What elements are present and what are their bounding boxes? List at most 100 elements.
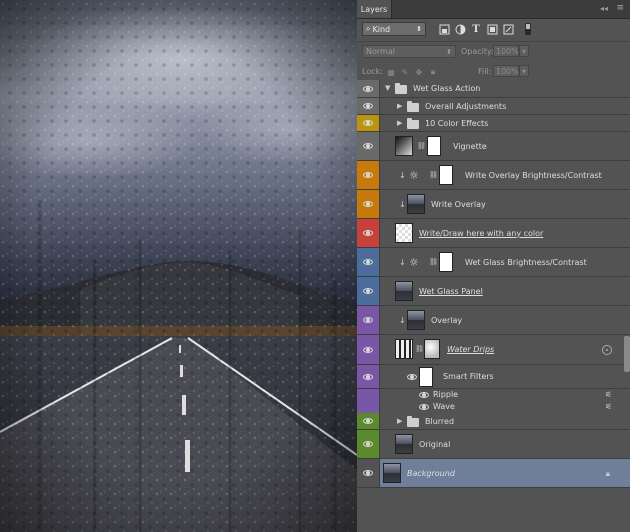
- lock-pixels-icon[interactable]: ✎: [400, 67, 410, 77]
- layer-name[interactable]: Overall Adjustments: [425, 102, 506, 111]
- layer-row-water-drips[interactable]: ⛓ Water Drips: [357, 335, 630, 365]
- layer-name[interactable]: Overlay: [431, 316, 462, 325]
- visibility-toggle[interactable]: [357, 115, 379, 131]
- eye-icon[interactable]: [363, 103, 373, 109]
- brightness-contrast-icon[interactable]: ☼: [409, 256, 419, 269]
- layer-mask-thumbnail[interactable]: [439, 252, 453, 272]
- smart-object-icon[interactable]: [602, 345, 612, 355]
- layer-name[interactable]: Wet Glass Action: [413, 84, 480, 93]
- type-filter-icon[interactable]: T: [470, 23, 482, 35]
- visibility-toggle[interactable]: [357, 248, 379, 276]
- lock-position-icon[interactable]: ✥: [414, 67, 424, 77]
- chain-link-icon[interactable]: ⛓: [415, 345, 424, 353]
- lock-icon[interactable]: 🔒︎: [606, 469, 610, 479]
- layer-name[interactable]: Wet Glass Brightness/Contrast: [465, 258, 587, 267]
- layer-row-write-draw-here-with-any-color[interactable]: Write/Draw here with any color: [357, 219, 630, 248]
- layer-mask-thumbnail[interactable]: [424, 339, 440, 359]
- visibility-toggle[interactable]: [357, 161, 379, 189]
- layer-name[interactable]: Vignette: [453, 142, 487, 151]
- layers-scrollbar[interactable]: [624, 336, 630, 372]
- blend-mode-select[interactable]: Normal ⬍: [362, 45, 456, 58]
- layer-row-wet-glass-action[interactable]: ▼ Wet Glass Action: [357, 80, 630, 98]
- chain-link-icon[interactable]: ⛓: [429, 171, 438, 179]
- layer-row-blurred[interactable]: ▶ Blurred: [357, 413, 630, 430]
- visibility-toggle[interactable]: [357, 306, 379, 334]
- visibility-toggle[interactable]: [357, 389, 379, 401]
- visibility-toggle[interactable]: [357, 190, 379, 218]
- layer-row-background[interactable]: 🔒︎ Background: [357, 459, 630, 488]
- layer-row-original[interactable]: Original: [357, 430, 630, 459]
- layer-name[interactable]: Write/Draw here with any color: [419, 229, 543, 238]
- layer-row-wave[interactable]: ⚟ Wave: [357, 401, 630, 413]
- layer-name[interactable]: Smart Filters: [443, 372, 494, 381]
- chevron-right-icon[interactable]: ▶: [397, 102, 402, 110]
- layer-mask-thumbnail[interactable]: [427, 136, 441, 156]
- layer-name[interactable]: Write Overlay Brightness/Contrast: [465, 171, 602, 180]
- layer-row-wet-glass-brightness-contrast[interactable]: ↓ ☼ ⛓ Wet Glass Brightness/Contrast: [357, 248, 630, 277]
- layer-name[interactable]: Wet Glass Panel: [419, 287, 483, 296]
- eye-icon[interactable]: [363, 85, 373, 92]
- layer-row-wet-glass-panel[interactable]: Wet Glass Panel: [357, 277, 630, 306]
- filter-toggle-icon[interactable]: [522, 23, 534, 35]
- layer-mask-thumbnail[interactable]: [439, 165, 453, 185]
- smart-object-filter-icon[interactable]: [502, 23, 514, 35]
- visibility-toggle[interactable]: [357, 335, 379, 364]
- collapse-panel-icon[interactable]: ◂◂: [600, 4, 608, 13]
- eye-icon[interactable]: [363, 470, 373, 476]
- tab-layers[interactable]: Layers: [357, 0, 392, 18]
- layer-row-ripple[interactable]: ⚟ Ripple: [357, 389, 630, 401]
- eye-icon[interactable]: [363, 441, 373, 447]
- visibility-toggle[interactable]: [357, 219, 379, 247]
- layer-name[interactable]: Write Overlay: [431, 200, 486, 209]
- eye-icon[interactable]: [363, 288, 373, 294]
- visibility-toggle[interactable]: [357, 98, 379, 114]
- layer-row-write-overlay-brightness-contrast[interactable]: ↓ ☼ ⛓ Write Overlay Brightness/Contrast: [357, 161, 630, 190]
- visibility-toggle[interactable]: [357, 365, 379, 388]
- layer-name[interactable]: Ripple: [433, 390, 458, 399]
- layer-name[interactable]: Wave: [433, 402, 455, 411]
- layer-name[interactable]: Background: [407, 469, 455, 478]
- lock-transparent-icon[interactable]: ▦: [386, 67, 396, 77]
- filter-eye-icon[interactable]: [419, 392, 429, 398]
- layer-row-overlay[interactable]: ↓ Overlay: [357, 306, 630, 335]
- chain-link-icon[interactable]: ⛓: [417, 142, 426, 150]
- eye-icon[interactable]: [363, 120, 373, 126]
- filter-kind-select[interactable]: ⌕ Kind ⬍: [362, 22, 426, 36]
- layer-name[interactable]: 10 Color Effects: [425, 119, 488, 128]
- visibility-toggle[interactable]: [357, 413, 379, 429]
- layer-row-smart-filters[interactable]: Smart Filters: [357, 365, 630, 389]
- visibility-toggle[interactable]: [357, 80, 379, 97]
- eye-icon[interactable]: [363, 201, 373, 207]
- eye-icon[interactable]: [363, 317, 373, 323]
- eye-icon[interactable]: [363, 172, 373, 178]
- panel-menu-icon[interactable]: ≡: [616, 3, 624, 13]
- pixel-filter-icon[interactable]: [438, 23, 450, 35]
- brightness-contrast-icon[interactable]: ☼: [409, 169, 419, 182]
- layer-row-write-overlay[interactable]: ↓ Write Overlay: [357, 190, 630, 219]
- visibility-toggle[interactable]: [357, 401, 379, 413]
- eye-icon[interactable]: [363, 346, 373, 353]
- lock-all-icon[interactable]: 🔒︎: [428, 67, 438, 77]
- visibility-toggle[interactable]: [357, 132, 379, 160]
- fill-chevron-icon[interactable]: ▾: [519, 65, 529, 77]
- opacity-chevron-icon[interactable]: ▾: [519, 45, 529, 57]
- shape-filter-icon[interactable]: [486, 23, 498, 35]
- layer-row-overall-adjustments[interactable]: ▶ Overall Adjustments: [357, 98, 630, 115]
- layer-name[interactable]: Blurred: [425, 417, 454, 426]
- eye-icon[interactable]: [363, 418, 373, 424]
- visibility-toggle[interactable]: [357, 459, 379, 487]
- adjustment-filter-icon[interactable]: [454, 23, 466, 35]
- smart-filters-eye-icon[interactable]: [407, 374, 417, 380]
- opacity-input[interactable]: 100%: [493, 45, 519, 57]
- eye-icon[interactable]: [363, 259, 373, 265]
- layer-name[interactable]: Original: [419, 440, 450, 449]
- chevron-down-icon[interactable]: ▼: [385, 84, 390, 92]
- smart-filter-mask[interactable]: [419, 367, 433, 387]
- eye-icon[interactable]: [363, 373, 373, 380]
- layer-row-vignette[interactable]: ⛓ Vignette: [357, 132, 630, 161]
- chevron-right-icon[interactable]: ▶: [397, 417, 402, 425]
- layer-row-10-color-effects[interactable]: ▶ 10 Color Effects: [357, 115, 630, 132]
- filter-options-icon[interactable]: ⚟: [605, 402, 612, 411]
- eye-icon[interactable]: [363, 143, 373, 149]
- fill-input[interactable]: 100%: [493, 65, 519, 77]
